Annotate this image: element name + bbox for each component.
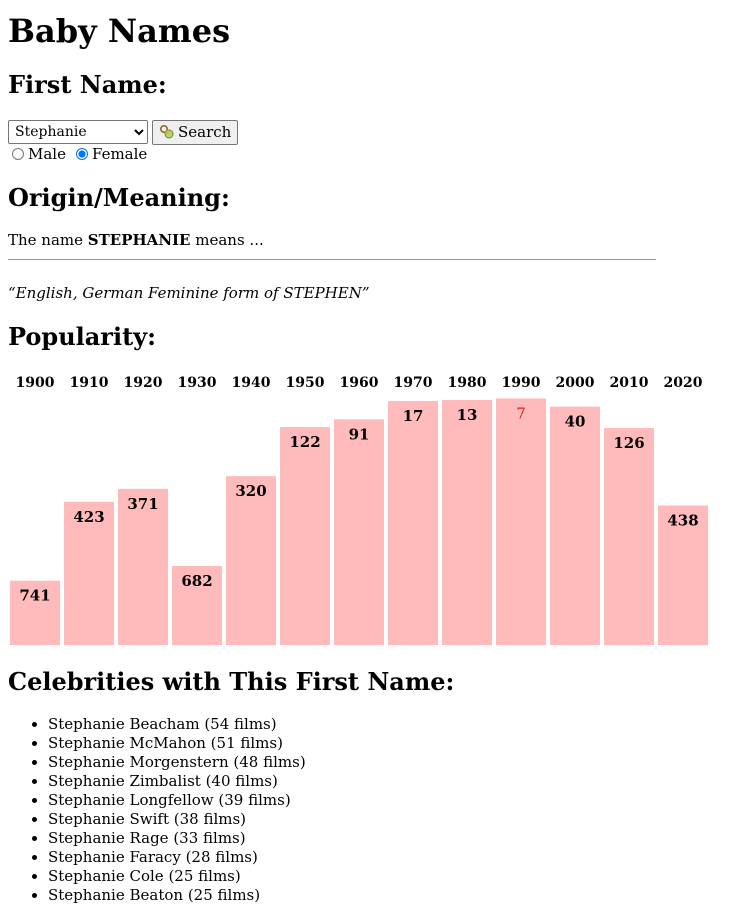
rank-label: 91	[349, 425, 370, 443]
popularity-heading: Popularity:	[8, 322, 156, 351]
rank-label: 423	[73, 508, 104, 526]
rank-label: 40	[565, 413, 586, 431]
gender-female-option[interactable]: Female	[72, 145, 147, 163]
popularity-bar	[388, 400, 438, 645]
baby-pacifier-icon	[159, 124, 174, 139]
celebrities-heading: Celebrities with This First Name:	[8, 667, 455, 696]
origin-divider	[8, 259, 656, 260]
celebrity-item: Stephanie Longfellow (39 films)	[48, 791, 306, 810]
popularity-bar	[280, 427, 330, 645]
gender-male-label: Male	[28, 145, 66, 163]
celebrities-list: Stephanie Beacham (54 films)Stephanie Mc…	[8, 715, 306, 905]
celebrity-item: Stephanie Beaton (25 films)	[48, 886, 306, 905]
celebrity-item: Stephanie Swift (38 films)	[48, 810, 306, 829]
origin-meaning-quote: “English, German Feminine form of STEPHE…	[8, 284, 370, 302]
name-select[interactable]: Stephanie	[8, 120, 148, 144]
celebrity-item: Stephanie Cole (25 films)	[48, 867, 306, 886]
gender-male-radio[interactable]	[12, 148, 24, 160]
celebrity-item: Stephanie Beacham (54 films)	[48, 715, 306, 734]
rank-label: 320	[235, 482, 266, 500]
popularity-chart: 1900 741 1910 423 1920 371 1930 682 1940 320 1950 1…	[10, 375, 708, 645]
year-label: 1950	[286, 375, 325, 391]
rank-label: 371	[127, 495, 158, 513]
page-title: Baby Names	[8, 12, 231, 50]
gender-radio-group: Male Female	[8, 145, 153, 163]
year-label: 2020	[664, 375, 703, 391]
rank-label: 122	[289, 433, 320, 451]
popularity-bar	[604, 428, 654, 645]
origin-sentence: The name STEPHANIE means ...	[8, 231, 264, 249]
rank-label: 17	[403, 407, 424, 425]
popularity-bar	[496, 398, 546, 645]
gender-female-radio[interactable]	[75, 148, 88, 160]
search-button[interactable]: Search	[152, 119, 239, 145]
rank-label: 7	[516, 404, 526, 422]
year-label: 1900	[16, 375, 55, 391]
popularity-bar	[550, 406, 600, 645]
year-label: 1910	[70, 375, 109, 391]
year-label: 1970	[394, 375, 433, 391]
popularity-bar	[226, 476, 276, 645]
year-label: 2010	[610, 375, 649, 391]
celebrity-item: Stephanie Zimbalist (40 films)	[48, 772, 306, 791]
year-label: 1960	[340, 375, 379, 391]
year-label: 1980	[448, 375, 487, 391]
rank-label: 13	[457, 406, 478, 424]
gender-female-label: Female	[91, 145, 148, 163]
search-button-label: Search	[178, 123, 232, 141]
year-label: 2000	[556, 375, 595, 391]
celebrity-item: Stephanie Morgenstern (48 films)	[48, 753, 306, 772]
first-name-heading: First Name:	[8, 70, 167, 99]
rank-label: 438	[667, 511, 698, 529]
year-label: 1990	[502, 375, 541, 391]
popularity-bar	[442, 399, 492, 645]
rank-label: 741	[19, 587, 50, 605]
celebrity-item: Stephanie Faracy (28 films)	[48, 848, 306, 867]
origin-suffix: means ...	[190, 231, 264, 249]
origin-heading: Origin/Meaning:	[8, 183, 230, 212]
rank-label: 682	[181, 572, 212, 590]
gender-male-option[interactable]: Male	[8, 145, 66, 163]
popularity-bar	[334, 419, 384, 645]
origin-name: STEPHANIE	[87, 231, 191, 249]
celebrity-item: Stephanie Rage (33 films)	[48, 829, 306, 848]
origin-prefix: The name	[8, 231, 88, 249]
name-search-form: Stephanie Search	[8, 119, 239, 145]
celebrity-item: Stephanie McMahon (51 films)	[48, 734, 306, 753]
rank-label: 126	[613, 434, 644, 452]
year-label: 1930	[178, 375, 217, 391]
year-label: 1920	[124, 375, 163, 391]
year-label: 1940	[232, 375, 271, 391]
